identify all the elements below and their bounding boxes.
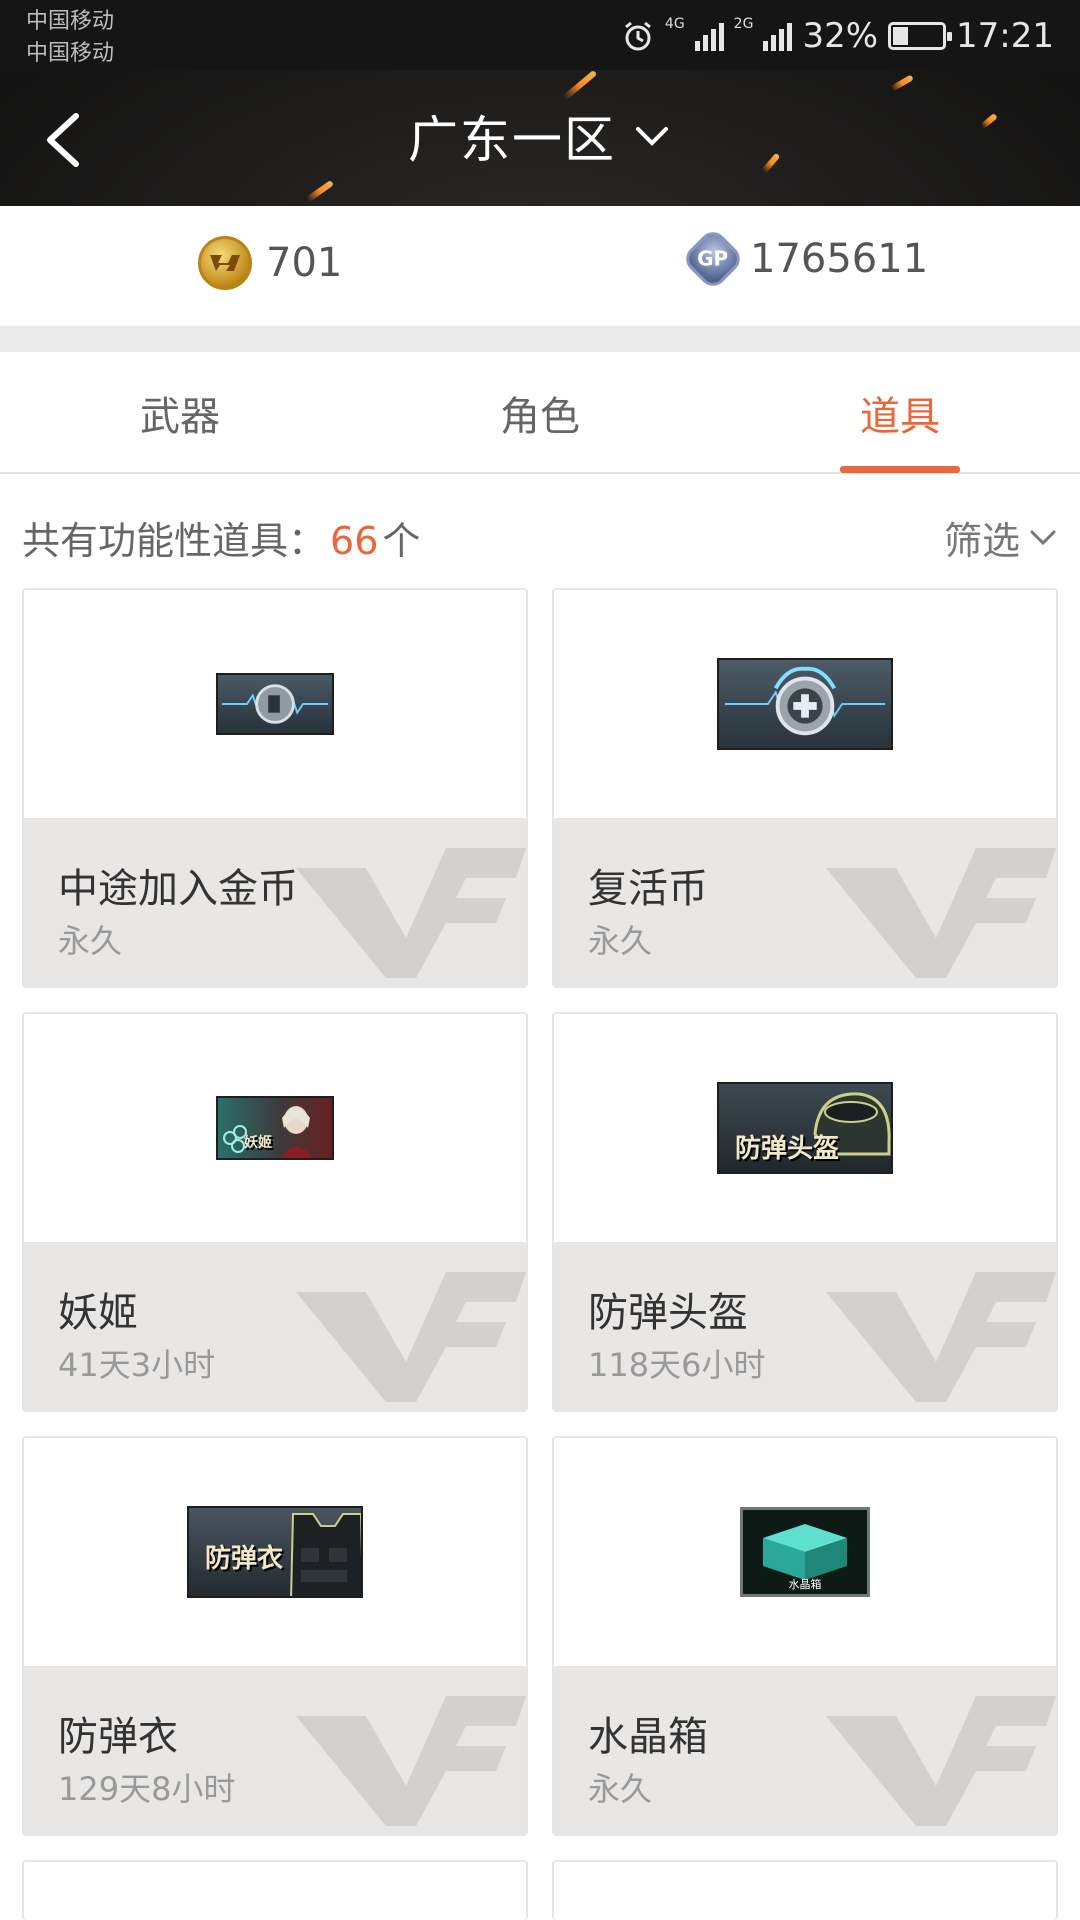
carrier-label: 中国移动 — [26, 9, 115, 34]
item-name: 复活币 — [588, 866, 708, 912]
item-info: 中途加入金币 永久 — [24, 818, 526, 986]
background-spark — [305, 179, 335, 203]
category-tabs: 武器 角色 道具 — [0, 352, 1080, 474]
item-name: 防弹头盔 — [588, 1290, 748, 1336]
gp-points-value: 1765611 — [750, 236, 929, 282]
status-bar: 中国移动 中国移动 4G 2G 32% 17:21 — [0, 0, 1080, 70]
signal-icon — [763, 21, 793, 51]
item-duration: 永久 — [588, 1770, 653, 1808]
cf-logo-watermark — [296, 1272, 526, 1402]
item-count-unit: 个 — [382, 519, 421, 563]
item-card[interactable] — [22, 1860, 528, 1920]
gp-points: GP 1765611 — [680, 226, 929, 292]
item-name: 水晶箱 — [588, 1714, 708, 1760]
background-spark — [562, 69, 598, 101]
status-indicators: 4G 2G 32% 17:21 — [621, 14, 1054, 58]
cf-logo-watermark — [826, 1696, 1056, 1826]
item-card[interactable]: 防弹衣 防弹衣 129天8小时 — [22, 1436, 528, 1836]
thumb-label: 水晶箱 — [788, 1578, 822, 1591]
item-duration: 41天3小时 — [58, 1346, 216, 1384]
filter-label: 筛选 — [943, 519, 1020, 563]
item-card[interactable]: 妖姬 妖姬 41天3小时 — [22, 1012, 528, 1412]
signal-icon — [694, 21, 724, 51]
section-divider — [0, 326, 1080, 352]
chevron-down-icon — [1030, 530, 1056, 545]
gp-coin-icon: GP — [680, 226, 746, 292]
revive-coin-icon — [717, 658, 893, 750]
crystal-box-icon: 水晶箱 — [740, 1507, 870, 1597]
server-selector[interactable]: 广东一区 — [0, 100, 1080, 172]
item-card[interactable]: 中途加入金币 永久 — [22, 588, 528, 988]
app-header: 中国移动 中国移动 4G 2G 32% 17:21 广东一区 — [0, 0, 1080, 206]
summary-row: 共有功能性道具： 66 个 筛选 — [0, 474, 1080, 590]
item-info: 水晶箱 永久 — [554, 1666, 1056, 1834]
cf-points-value: 701 — [266, 240, 343, 286]
item-info: 妖姬 41天3小时 — [24, 1242, 526, 1410]
item-card[interactable]: 水晶箱 水晶箱 永久 — [552, 1436, 1058, 1836]
background-spark — [890, 74, 914, 92]
join-coin-icon — [216, 673, 334, 735]
item-card[interactable] — [552, 1860, 1058, 1920]
tab-items[interactable]: 道具 — [720, 352, 1080, 474]
item-duration: 118天6小时 — [588, 1346, 766, 1384]
item-count-value: 66 — [330, 519, 379, 563]
item-name: 妖姬 — [58, 1290, 138, 1336]
item-name: 防弹衣 — [58, 1714, 178, 1760]
cf-logo-watermark — [296, 848, 526, 978]
cf-logo-watermark — [296, 1696, 526, 1826]
network-type-label: 4G — [664, 16, 685, 32]
cf-points: 701 — [198, 236, 342, 290]
item-duration: 永久 — [588, 922, 653, 960]
thumb-label: 防弹头盔 — [735, 1134, 840, 1164]
item-image-area: 防弹头盔 — [554, 1014, 1056, 1242]
alarm-icon — [624, 21, 651, 51]
battery-percent: 32% — [802, 16, 879, 56]
item-image-area — [24, 590, 526, 818]
active-tab-indicator — [840, 466, 960, 473]
network-type-label: 2G — [733, 16, 754, 32]
item-image-area — [554, 590, 1056, 818]
item-info: 防弹衣 129天8小时 — [24, 1666, 526, 1834]
character-card-icon: 妖姬 — [216, 1096, 334, 1160]
carrier-label: 中国移动 — [26, 41, 115, 66]
item-image-area: 妖姬 — [24, 1014, 526, 1242]
cf-logo-watermark — [826, 848, 1056, 978]
cf-coin-icon — [198, 236, 252, 290]
item-count: 共有功能性道具： 66 个 — [22, 510, 420, 565]
item-duration: 129天8小时 — [58, 1770, 236, 1808]
thumb-label: 妖姬 — [244, 1135, 272, 1151]
item-name: 中途加入金币 — [58, 866, 298, 912]
thumb-label: 防弹衣 — [205, 1544, 284, 1574]
vest-icon: 防弹衣 — [187, 1506, 363, 1598]
helmet-icon: 防弹头盔 — [717, 1082, 893, 1174]
filter-button[interactable]: 筛选 — [944, 510, 1058, 565]
clock: 17:21 — [956, 16, 1054, 56]
page-title: 广东一区 — [408, 111, 616, 169]
currency-row: 701 GP 1765611 — [0, 206, 1080, 326]
item-duration: 永久 — [58, 922, 123, 960]
item-info: 复活币 永久 — [554, 818, 1056, 986]
item-card[interactable]: 防弹头盔 防弹头盔 118天6小时 — [552, 1012, 1058, 1412]
tab-characters[interactable]: 角色 — [360, 352, 720, 474]
item-count-prefix: 共有功能性道具： — [22, 519, 327, 563]
item-image-area: 防弹衣 — [24, 1438, 526, 1666]
tab-weapons[interactable]: 武器 — [0, 352, 360, 474]
item-image-area: 水晶箱 — [554, 1438, 1056, 1666]
item-card[interactable]: 复活币 永久 — [552, 588, 1058, 988]
cf-logo-watermark — [826, 1272, 1056, 1402]
battery-icon — [888, 22, 953, 50]
chevron-down-icon — [636, 127, 668, 146]
item-info: 防弹头盔 118天6小时 — [554, 1242, 1056, 1410]
